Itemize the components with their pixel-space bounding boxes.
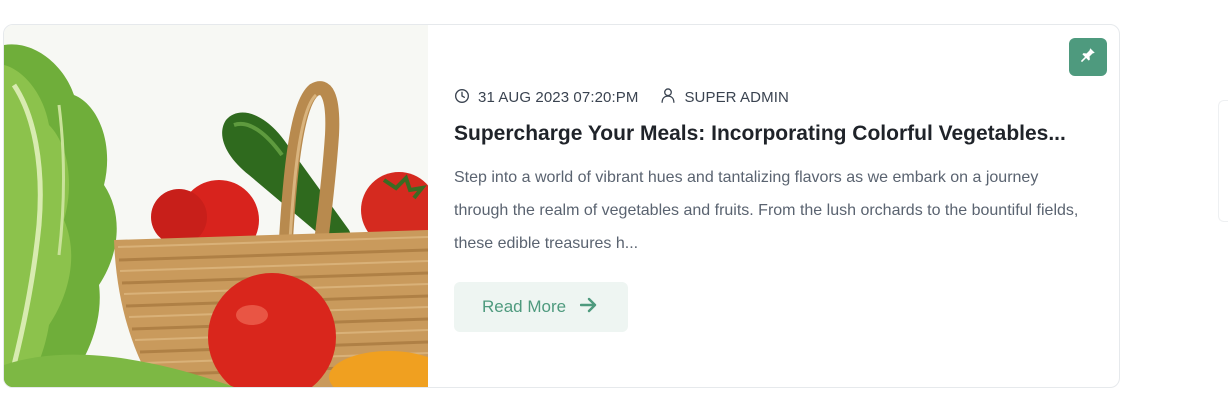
post-title[interactable]: Supercharge Your Meals: Incorporating Co… <box>454 122 1095 146</box>
blog-post-card: 31 AUG 2023 07:20:PM SUPER ADMIN Superch… <box>3 24 1120 388</box>
post-content: 31 AUG 2023 07:20:PM SUPER ADMIN Superch… <box>454 87 1095 332</box>
read-more-button[interactable]: Read More <box>454 282 629 332</box>
post-author[interactable]: SUPER ADMIN <box>660 87 789 108</box>
user-icon <box>660 87 676 108</box>
post-thumbnail[interactable] <box>4 25 428 387</box>
post-date: 31 AUG 2023 07:20:PM <box>454 88 638 108</box>
clock-icon <box>454 88 470 108</box>
post-meta: 31 AUG 2023 07:20:PM SUPER ADMIN <box>454 87 1095 108</box>
post-author-text: SUPER ADMIN <box>684 89 789 106</box>
arrow-right-icon <box>579 297 598 318</box>
next-card-edge <box>1218 100 1228 222</box>
post-date-text: 31 AUG 2023 07:20:PM <box>478 89 639 106</box>
vegetables-basket-image <box>4 25 428 387</box>
read-more-label: Read More <box>482 297 567 316</box>
pinned-badge <box>1069 38 1107 76</box>
pin-icon <box>1079 46 1097 69</box>
post-excerpt: Step into a world of vibrant hues and ta… <box>454 169 1079 252</box>
